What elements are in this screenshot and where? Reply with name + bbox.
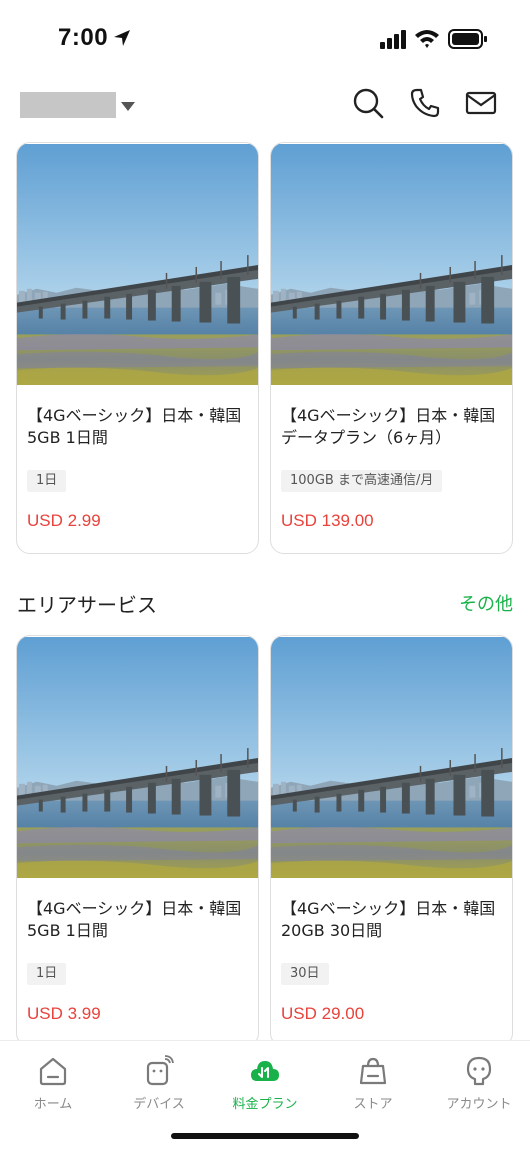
area-service-header: エリアサービス その他 (0, 585, 530, 621)
tab-label: アカウント (446, 1097, 512, 1112)
product-title: 【4Gベーシック】日本・韓国 5GB 1日間 (27, 898, 253, 942)
product-price: USD 2.99 (27, 511, 101, 530)
product-price: USD 3.99 (27, 1004, 101, 1023)
battery-icon (448, 29, 487, 49)
home-indicator (171, 1133, 359, 1139)
plan-icon (251, 1061, 279, 1081)
location-arrow-icon (114, 30, 130, 46)
product-title-line: 5GB 1日間 (27, 921, 108, 940)
product-title: 【4Gベーシック】日本・韓国 20GB 30日間 (281, 898, 507, 942)
product-price: USD 29.00 (281, 1004, 365, 1023)
product-title-line: 5GB 1日間 (27, 428, 108, 447)
product-title-line: 【4Gベーシック】日本・韓国 (281, 406, 496, 425)
account-icon (466, 1056, 492, 1086)
product-title-line: 【4Gベーシック】日本・韓国 (27, 899, 242, 918)
store-icon (359, 1057, 387, 1085)
product-title-line: 【4Gベーシック】日本・韓国 (27, 406, 242, 425)
product-title-line: データプラン（6ヶ月） (281, 428, 452, 447)
wifi-icon (415, 30, 439, 48)
home-icon (39, 1057, 67, 1086)
section-title: エリアサービス (17, 593, 157, 617)
caret-down-icon[interactable] (120, 100, 136, 112)
product-card[interactable]: 【4Gベーシック】日本・韓国 データプラン（6ヶ月） 100GB まで高速通信/… (270, 142, 513, 554)
status-bar: 7:00 (0, 0, 530, 80)
product-tag: 1日 (27, 963, 67, 985)
product-tag: 30日 (281, 963, 329, 985)
product-image (271, 144, 512, 385)
search-icon[interactable] (351, 86, 385, 120)
tab-label: 料金プラン (232, 1097, 298, 1112)
product-title-line: 20GB 30日間 (281, 921, 383, 940)
see-more-link[interactable]: その他 (459, 590, 513, 616)
product-title: 【4Gベーシック】日本・韓国 データプラン（6ヶ月） (281, 405, 507, 449)
product-tag: 100GB まで高速通信/月 (281, 470, 443, 492)
tab-account[interactable]: アカウント (434, 1055, 524, 1115)
status-time: 7:00 (58, 24, 109, 51)
product-price: USD 139.00 (281, 511, 374, 530)
product-image (17, 637, 258, 878)
tab-label: ストア (353, 1097, 393, 1112)
product-title: 【4Gベーシック】日本・韓国 5GB 1日間 (27, 405, 253, 449)
mail-icon[interactable] (464, 86, 498, 120)
app-header (0, 80, 530, 135)
tab-plan[interactable]: 料金プラン (220, 1055, 310, 1115)
tab-label: ホーム (33, 1097, 73, 1112)
product-image (271, 637, 512, 878)
device-icon (146, 1055, 174, 1086)
product-tag: 1日 (27, 470, 67, 492)
tab-home[interactable]: ホーム (8, 1055, 98, 1115)
region-selector[interactable] (20, 92, 116, 118)
tab-label: デバイス (133, 1097, 185, 1112)
product-card[interactable]: 【4Gベーシック】日本・韓国 5GB 1日間 1日 USD 3.99 (16, 635, 259, 1047)
product-card[interactable]: 【4Gベーシック】日本・韓国 20GB 30日間 30日 USD 29.00 (270, 635, 513, 1047)
product-image (17, 144, 258, 385)
tab-device[interactable]: デバイス (114, 1055, 204, 1115)
cellular-signal-icon (380, 30, 406, 49)
phone-icon[interactable] (408, 86, 442, 120)
product-card[interactable]: 【4Gベーシック】日本・韓国 5GB 1日間 1日 USD 2.99 (16, 142, 259, 554)
tab-store[interactable]: ストア (328, 1055, 418, 1115)
product-title-line: 【4Gベーシック】日本・韓国 (281, 899, 496, 918)
